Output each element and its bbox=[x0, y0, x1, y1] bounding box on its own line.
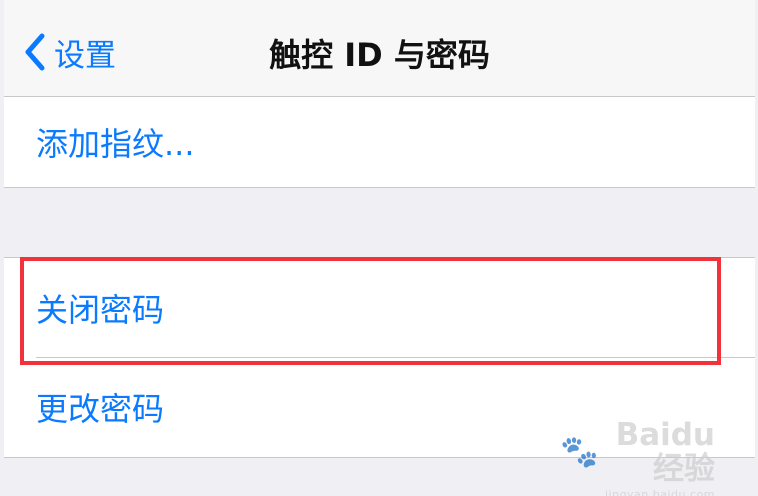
paw-icon: 🐾 bbox=[560, 434, 599, 470]
page-title: 触控 ID 与密码 bbox=[269, 36, 490, 74]
navigation-bar: 设置 触控 ID 与密码 bbox=[4, 0, 755, 97]
app-frame: · · · 设置 触控 ID 与密码 添加指纹... 关闭密码 更改密码 🐾 bbox=[4, 0, 755, 496]
add-fingerprint-row[interactable]: 添加指纹... bbox=[4, 97, 755, 187]
highlight-box bbox=[20, 257, 721, 365]
watermark-logo: 🐾 Baidu经验 bbox=[560, 417, 715, 487]
watermark-url: jingyan.baidu.com bbox=[604, 488, 715, 496]
fingerprint-group: 添加指纹... bbox=[4, 96, 755, 188]
add-fingerprint-label: 添加指纹... bbox=[36, 125, 195, 163]
change-passcode-label: 更改密码 bbox=[36, 390, 165, 428]
baidu-watermark: 🐾 Baidu经验 jingyan.baidu.com bbox=[560, 417, 715, 496]
